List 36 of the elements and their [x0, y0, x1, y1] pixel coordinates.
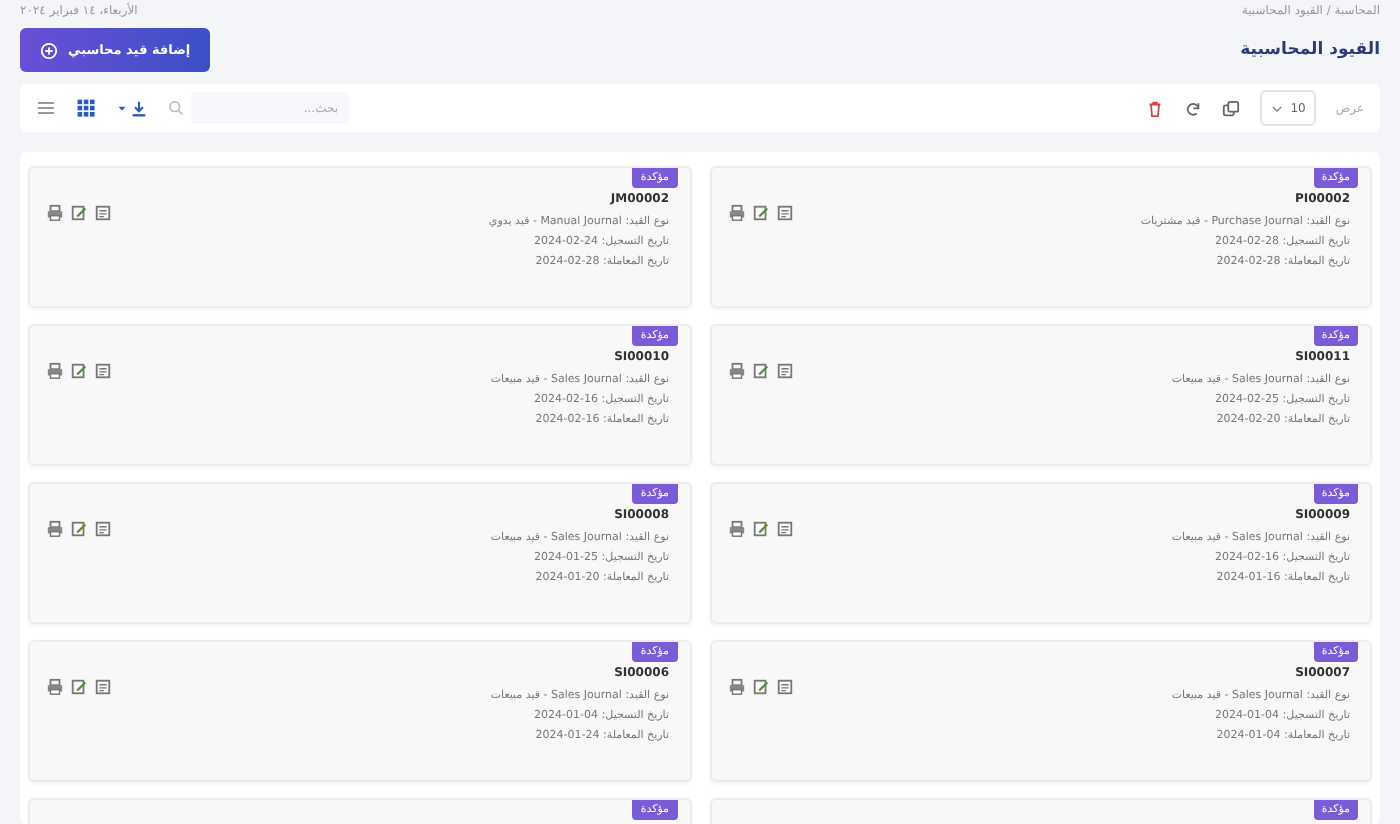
edit-icon[interactable]: [70, 362, 88, 380]
edit-icon[interactable]: [751, 520, 769, 538]
print-icon[interactable]: [46, 520, 64, 538]
grid-view-icon[interactable]: [76, 98, 96, 118]
view-icon[interactable]: [775, 520, 793, 538]
print-icon[interactable]: [727, 204, 745, 222]
edit-icon[interactable]: [70, 520, 88, 538]
edit-icon[interactable]: [70, 678, 88, 696]
delete-icon[interactable]: [1146, 99, 1165, 117]
print-icon[interactable]: [46, 204, 64, 222]
view-icon[interactable]: [94, 678, 112, 696]
print-icon[interactable]: [46, 362, 64, 380]
print-icon[interactable]: [727, 520, 745, 538]
copy-icon[interactable]: [1222, 99, 1241, 117]
view-icon[interactable]: [775, 678, 793, 696]
edit-icon[interactable]: [751, 204, 769, 222]
print-icon[interactable]: [46, 678, 64, 696]
refresh-icon[interactable]: [1184, 99, 1203, 117]
edit-icon[interactable]: [751, 362, 769, 380]
page-title: القيود المحاسبية: [1240, 40, 1380, 60]
view-icon[interactable]: [94, 362, 112, 380]
list-view-icon[interactable]: [36, 98, 56, 118]
search-icon: [168, 100, 184, 116]
plus-circle-icon: [40, 41, 58, 59]
print-icon[interactable]: [727, 678, 745, 696]
edit-icon[interactable]: [70, 204, 88, 222]
download-button[interactable]: [116, 99, 148, 117]
edit-icon[interactable]: [751, 678, 769, 696]
view-icon[interactable]: [775, 204, 793, 222]
caret-down-icon: [116, 102, 128, 114]
download-icon: [130, 99, 148, 117]
view-icon[interactable]: [94, 520, 112, 538]
view-icon[interactable]: [775, 362, 793, 380]
chevron-down-icon: [1270, 101, 1285, 115]
print-icon[interactable]: [727, 362, 745, 380]
view-icon[interactable]: [94, 204, 112, 222]
